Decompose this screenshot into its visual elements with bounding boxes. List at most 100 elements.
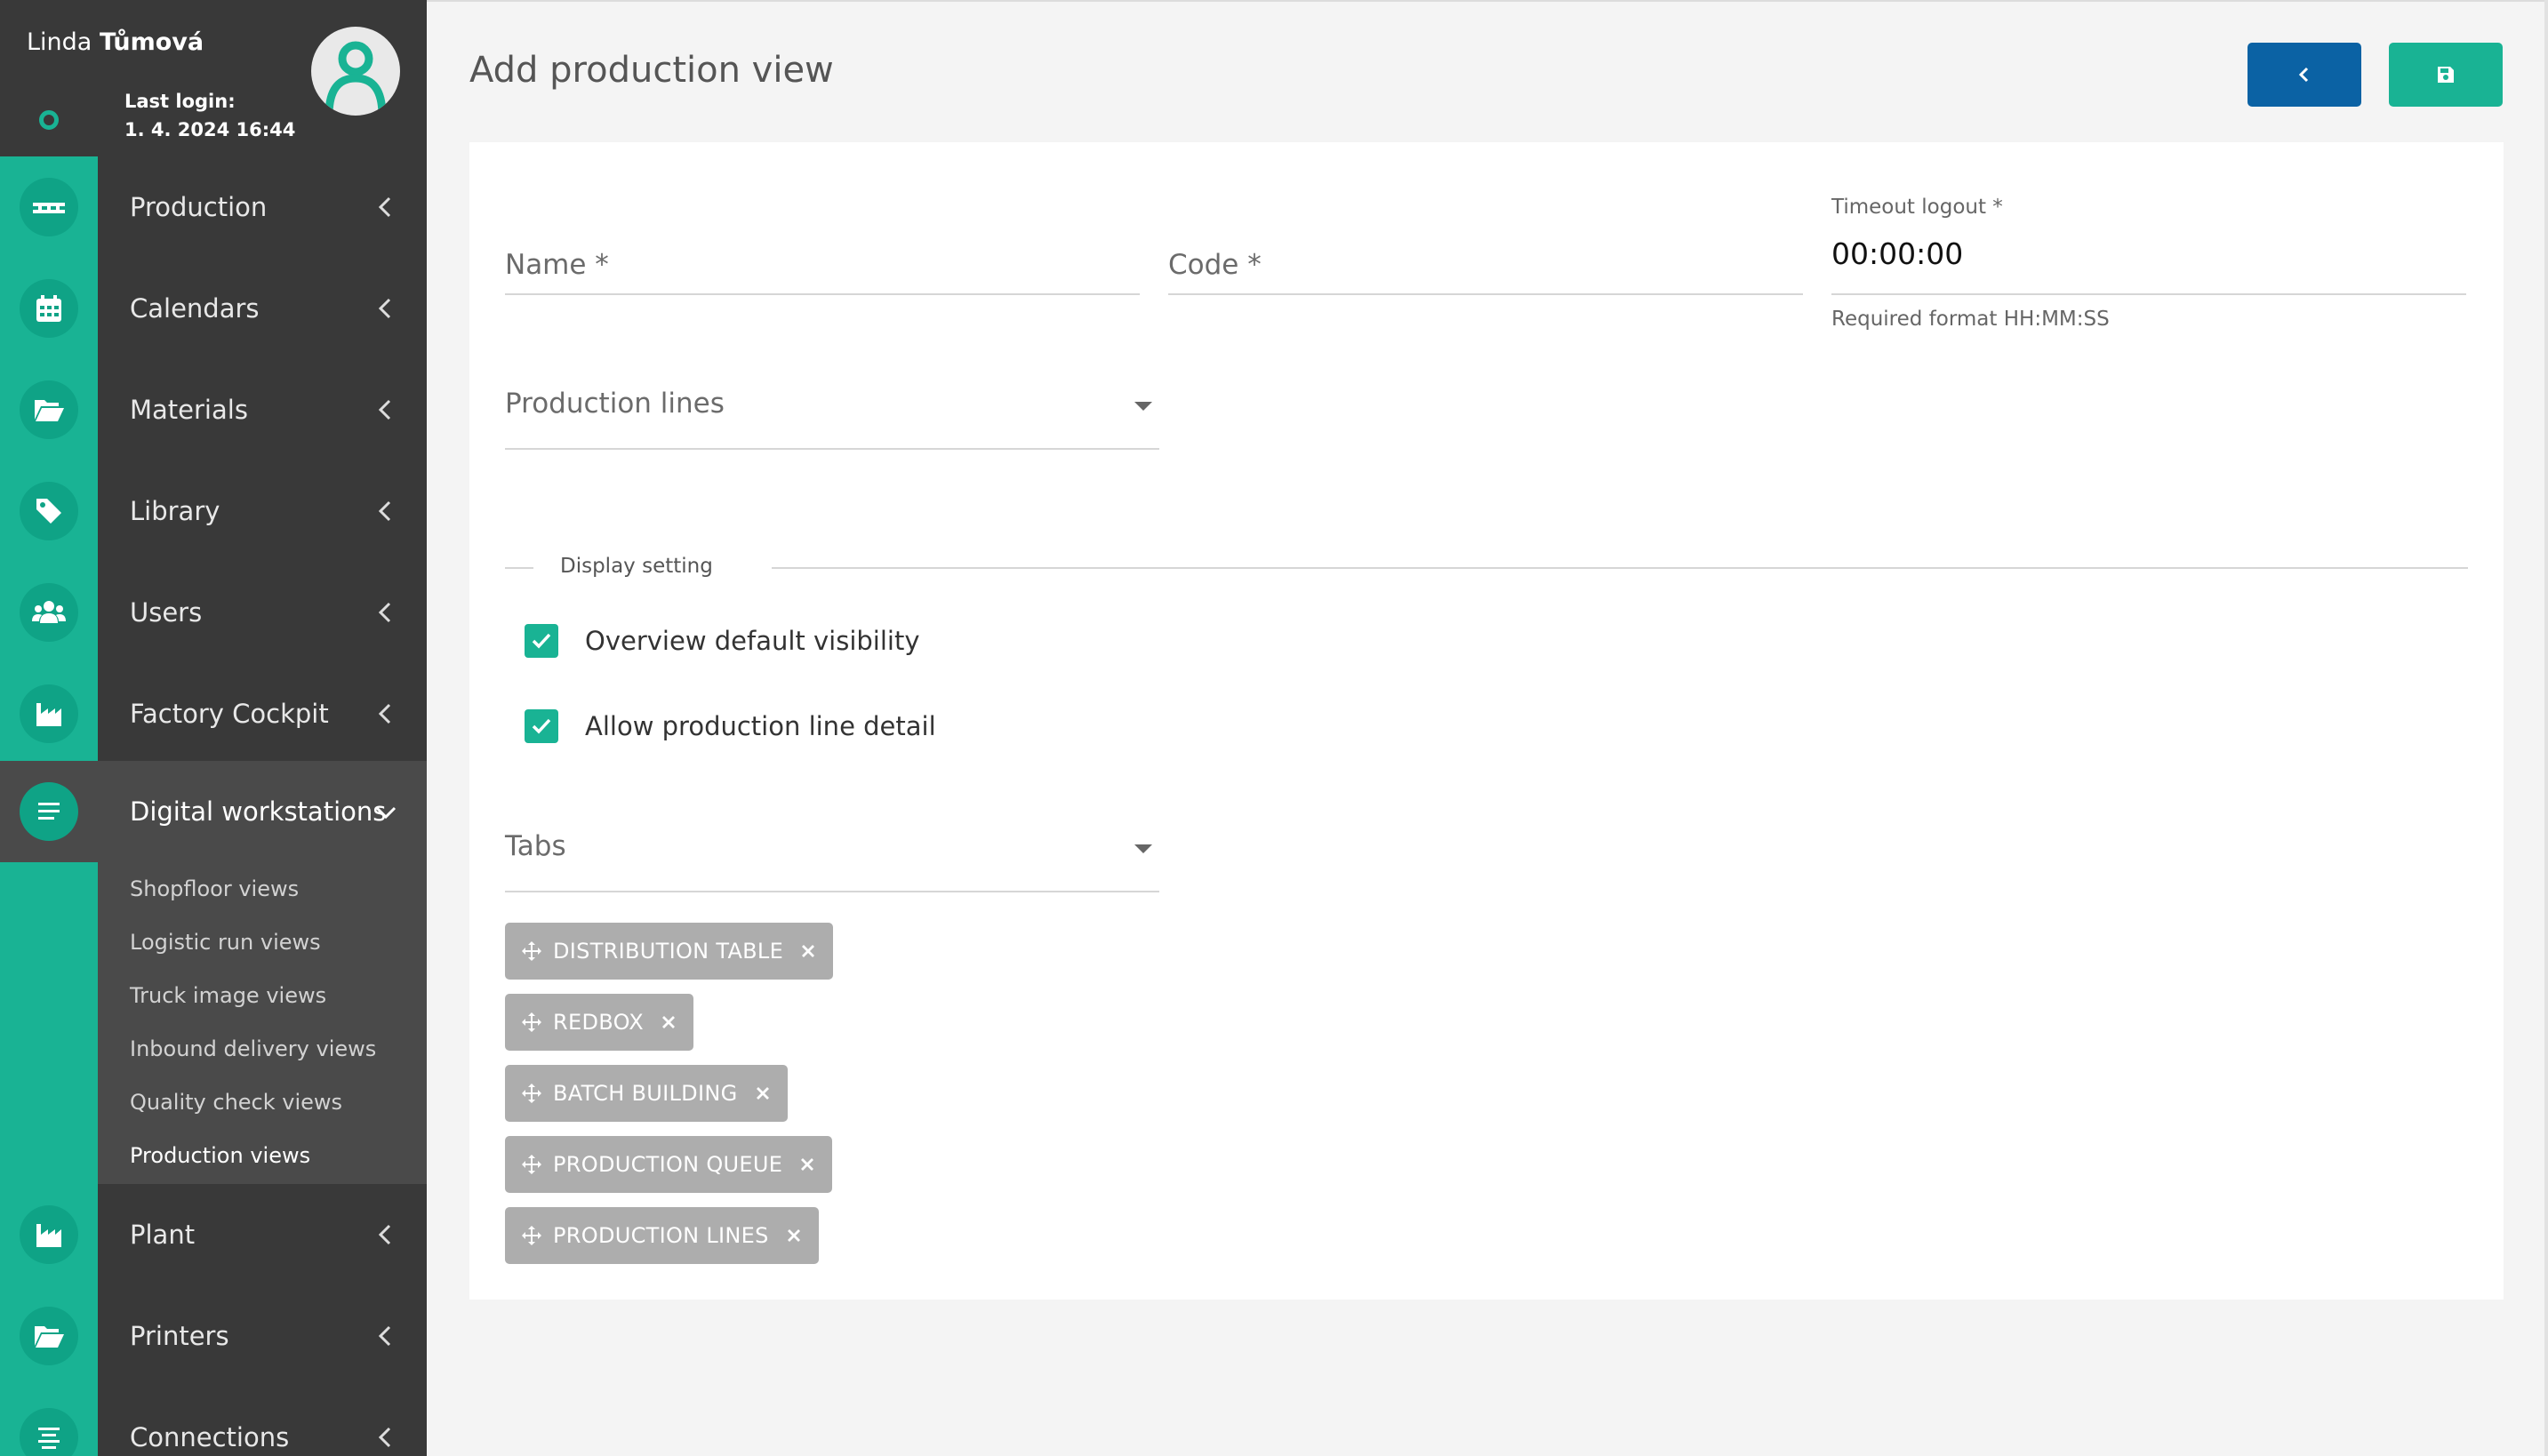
user-last-name: Tůmová	[99, 28, 204, 56]
floppy-disk-icon	[2438, 67, 2454, 83]
form-card: Name * Code * Timeout logout * 00:00:00 …	[469, 142, 2504, 1300]
timeout-format-hint: Required format HH:MM:SS	[1831, 308, 2110, 331]
sidebar: Linda Tůmová Last login: 1. 4. 2024 16:4…	[0, 0, 427, 1456]
close-icon[interactable]	[660, 1013, 677, 1031]
tab-chip-redbox[interactable]: REDBOX	[505, 994, 693, 1051]
code-placeholder: Code *	[1168, 249, 1262, 281]
align-center-icon	[20, 1408, 78, 1456]
tab-chip-distribution-table[interactable]: DISTRIBUTION TABLE	[505, 923, 834, 980]
sidebar-item-label: Users	[130, 597, 203, 628]
sidebar-item-factory-cockpit[interactable]: Factory Cockpit	[0, 663, 427, 764]
user-panel: Linda Tůmová Last login: 1. 4. 2024 16:4…	[0, 0, 427, 156]
chip-label: PRODUCTION QUEUE	[553, 1152, 783, 1177]
production-lines-select[interactable]: Production lines	[505, 388, 1159, 450]
name-placeholder: Name *	[505, 249, 609, 281]
submenu-item-inbound-delivery-views[interactable]: Inbound delivery views	[130, 1036, 376, 1061]
name-field[interactable]: Name *	[505, 222, 1140, 295]
checkbox-checked-icon	[525, 709, 558, 743]
production-lines-placeholder: Production lines	[505, 388, 725, 420]
sidebar-item-production[interactable]: Production	[0, 156, 427, 258]
user-name: Linda Tůmová	[27, 28, 204, 56]
page-title: Add production view	[469, 50, 834, 91]
top-border	[427, 0, 2548, 2]
avatar[interactable]	[311, 27, 400, 116]
tab-chip-production-queue[interactable]: PRODUCTION QUEUE	[505, 1136, 833, 1193]
factory-icon	[20, 1205, 78, 1264]
tab-chip-production-lines[interactable]: PRODUCTION LINES	[505, 1207, 819, 1264]
tabs-placeholder: Tabs	[505, 830, 566, 862]
tab-chip-batch-building[interactable]: BATCH BUILDING	[505, 1065, 788, 1122]
sidebar-item-label: Factory Cockpit	[130, 699, 329, 729]
back-button[interactable]	[2248, 43, 2361, 107]
timeout-logout-value: 00:00:00	[1831, 236, 1964, 271]
user-first-name: Linda	[27, 28, 92, 56]
sidebar-item-label: Printers	[130, 1321, 229, 1351]
chevron-left-icon	[378, 196, 391, 218]
sidebar-item-label: Digital workstations	[130, 796, 387, 827]
sidebar-item-digital-workstations[interactable]: Digital workstations	[0, 761, 427, 862]
tags-icon	[20, 482, 78, 540]
sidebar-item-printers[interactable]: Printers	[0, 1285, 427, 1387]
submenu-item-shopfloor-views[interactable]: Shopfloor views	[130, 876, 299, 901]
online-status-icon	[39, 110, 59, 130]
user-avatar-icon	[325, 41, 387, 116]
submenu-item-production-views[interactable]: Production views	[130, 1143, 310, 1168]
move-icon[interactable]	[521, 940, 542, 962]
chevron-left-icon	[378, 1427, 391, 1448]
sidebar-item-calendars[interactable]: Calendars	[0, 258, 427, 359]
checkbox-label: Allow production line detail	[585, 711, 936, 741]
sidebar-item-library[interactable]: Library	[0, 460, 427, 562]
folder-open-icon	[20, 380, 78, 439]
chip-label: DISTRIBUTION TABLE	[553, 939, 784, 964]
overview-default-visibility-checkbox[interactable]: Overview default visibility	[525, 624, 1058, 660]
chevron-down-icon	[375, 806, 397, 820]
close-icon[interactable]	[754, 1084, 772, 1102]
chip-label: PRODUCTION LINES	[553, 1223, 769, 1248]
sidebar-item-label: Library	[130, 496, 220, 526]
save-button[interactable]	[2389, 43, 2503, 107]
sidebar-item-label: Calendars	[130, 293, 260, 324]
scrollbar[interactable]	[2544, 0, 2548, 1456]
chevron-left-icon	[378, 602, 391, 623]
close-icon[interactable]	[785, 1227, 803, 1244]
sidebar-item-label: Plant	[130, 1220, 196, 1250]
chevron-left-icon	[2298, 67, 2309, 83]
move-icon[interactable]	[521, 1012, 542, 1033]
folder-open-icon	[20, 1307, 78, 1365]
list-icon	[20, 782, 78, 841]
last-login-value: 1. 4. 2024 16:44	[124, 119, 296, 140]
tabs-select[interactable]: Tabs	[505, 830, 1159, 892]
chip-label: BATCH BUILDING	[553, 1081, 738, 1106]
factory-icon	[20, 684, 78, 743]
sidebar-item-plant[interactable]: Plant	[0, 1184, 427, 1285]
close-icon[interactable]	[798, 1156, 816, 1173]
move-icon[interactable]	[521, 1154, 542, 1175]
chevron-left-icon	[378, 1325, 391, 1347]
sidebar-item-label: Materials	[130, 395, 248, 425]
sidebar-item-connections[interactable]: Connections	[0, 1387, 427, 1456]
chevron-left-icon	[378, 298, 391, 319]
caret-down-icon	[1134, 844, 1152, 853]
sidebar-item-label: Production	[130, 192, 268, 222]
conveyor-icon	[20, 178, 78, 236]
submenu-item-truck-image-views[interactable]: Truck image views	[130, 983, 326, 1008]
allow-production-line-detail-checkbox[interactable]: Allow production line detail	[525, 709, 1058, 745]
chip-label: REDBOX	[553, 1010, 644, 1035]
last-login-label: Last login:	[124, 91, 236, 112]
checkbox-label: Overview default visibility	[585, 626, 920, 656]
display-setting-title: Display setting	[560, 555, 713, 578]
move-icon[interactable]	[521, 1225, 542, 1246]
move-icon[interactable]	[521, 1083, 542, 1104]
close-icon[interactable]	[799, 942, 817, 960]
code-field[interactable]: Code *	[1168, 222, 1803, 295]
calendar-icon	[20, 279, 78, 338]
submenu-item-logistic-run-views[interactable]: Logistic run views	[130, 930, 321, 955]
submenu-item-quality-check-views[interactable]: Quality check views	[130, 1090, 342, 1115]
chevron-left-icon	[378, 1224, 391, 1245]
sidebar-item-users[interactable]: Users	[0, 562, 427, 663]
sidebar-item-label: Connections	[130, 1422, 290, 1452]
caret-down-icon	[1134, 402, 1152, 411]
digital-workstations-submenu: Shopfloor views Logistic run views Truck…	[98, 862, 427, 1184]
sidebar-item-materials[interactable]: Materials	[0, 359, 427, 460]
chevron-left-icon	[378, 399, 391, 420]
